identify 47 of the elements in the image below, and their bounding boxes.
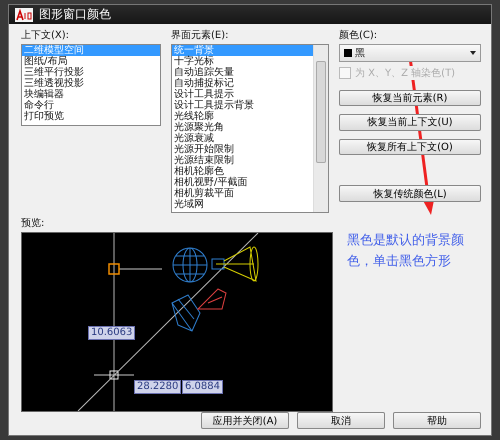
interface-element-item[interactable]: 光源衰减: [172, 133, 313, 144]
snap-marker-icon: [108, 263, 120, 275]
camera-drawing: [171, 288, 227, 332]
context-item[interactable]: 三维平行投影: [22, 67, 160, 78]
dialog-button[interactable]: 应用并关闭(A): [201, 412, 289, 429]
interface-element-item[interactable]: 光源结束限制: [172, 155, 313, 166]
interface-element-item[interactable]: 设计工具提示背景: [172, 100, 313, 111]
interface-element-item[interactable]: 设计工具提示: [172, 89, 313, 100]
interface-element-item[interactable]: 光线轮廓: [172, 111, 313, 122]
interface-element-item[interactable]: 自动捕捉标记: [172, 78, 313, 89]
coordinate-readout: 10.6063: [88, 326, 136, 340]
globe-icon: [172, 248, 208, 282]
preview-label: 预览:: [21, 217, 46, 230]
restore-button[interactable]: 恢复传统颜色(L): [339, 185, 481, 202]
context-item[interactable]: 命令行: [22, 100, 160, 111]
interface-element-item[interactable]: 相机视野/平截面: [172, 177, 313, 188]
coordinate-readout: 28.2280: [134, 380, 182, 394]
context-item[interactable]: 块编辑器: [22, 89, 160, 100]
scrollbar[interactable]: [313, 45, 328, 212]
interface-element-item[interactable]: 相机剪裁平面: [172, 188, 313, 199]
coordinate-readout: 6.0884: [182, 380, 223, 394]
context-item[interactable]: 打印预览: [22, 111, 160, 122]
restore-button[interactable]: 恢复所有上下文(O): [339, 138, 481, 156]
context-item[interactable]: 图纸/布局: [22, 56, 160, 67]
restore-button[interactable]: 恢复当前上下文(U): [339, 114, 481, 131]
color-dropdown[interactable]: 黑: [339, 44, 481, 62]
context-list[interactable]: 二维模型空间 图纸/布局 三维平行投影 三维透视投影 块编辑器 命令行 打印预览: [21, 44, 161, 126]
annotation-text: 黑色是默认的背景颜色，单击黑色方形: [347, 232, 465, 271]
restore-button[interactable]: 恢复当前元素(R): [339, 90, 481, 106]
context-item[interactable]: 三维透视投影: [22, 78, 160, 89]
color-swatch-icon: [344, 48, 352, 57]
dialog-button[interactable]: 帮助: [393, 412, 481, 429]
color-label: 颜色(C):: [339, 28, 378, 42]
spotlight-drawing: [212, 246, 258, 282]
context-label: 上下文(X):: [21, 28, 70, 42]
interface-element-item[interactable]: 光源开始限制: [172, 144, 313, 155]
dialog-button[interactable]: 取消: [297, 412, 385, 429]
caret-icon: [470, 50, 476, 55]
interface-element-item[interactable]: 相机轮廓色: [172, 166, 313, 177]
pickbox-icon: [110, 370, 118, 380]
app-logo-icon: [15, 8, 33, 22]
interface-element-item[interactable]: 十字光标: [172, 56, 313, 67]
window-title: 图形窗口颜色: [39, 6, 111, 23]
interface-element-item[interactable]: 光源聚光角: [172, 122, 313, 133]
interface-elements-label: 界面元素(E):: [171, 28, 230, 42]
interface-element-item[interactable]: 自动追踪矢量: [172, 67, 313, 78]
interface-element-item[interactable]: 光域网: [172, 199, 313, 210]
